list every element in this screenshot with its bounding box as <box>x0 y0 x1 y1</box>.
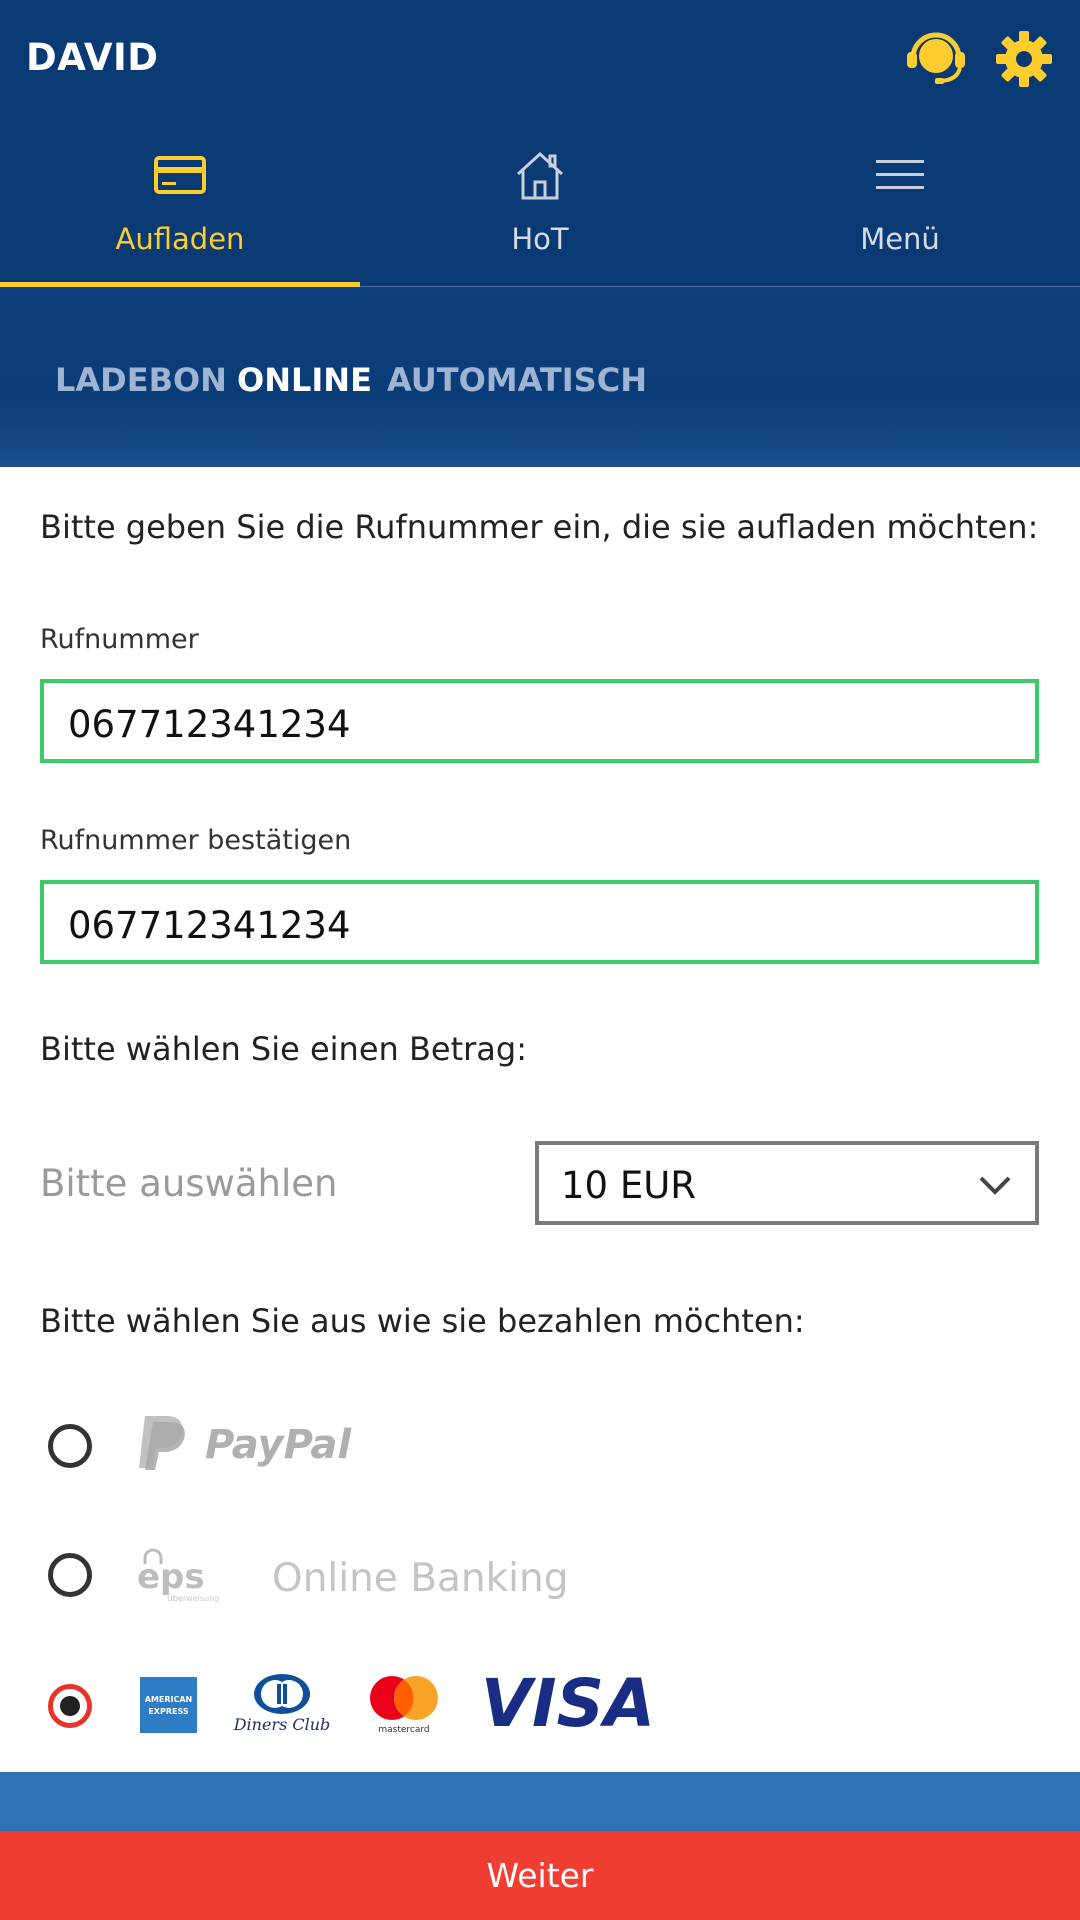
tab-menu-label: Menü <box>860 222 940 256</box>
confirm-phone-label: Rufnummer bestätigen <box>40 825 352 856</box>
eps-logo[interactable]: eps Überweisung <box>137 1544 237 1604</box>
intro-text: Bitte geben Sie die Rufnummer ein, die s… <box>40 508 1039 546</box>
eps-logo-text: eps <box>137 1557 205 1597</box>
paypal-logo-text: PayPal <box>205 1422 352 1468</box>
radio-paypal[interactable] <box>48 1424 92 1468</box>
weiter-button[interactable]: Weiter <box>0 1831 1080 1920</box>
svg-text:AMERICAN: AMERICAN <box>145 1695 193 1704</box>
visa-logo: VISA <box>481 1670 655 1734</box>
gear-icon[interactable] <box>995 30 1053 88</box>
diners-club-logo: Diners Club <box>233 1674 330 1734</box>
confirm-phone-input-value: 067712341234 <box>68 904 351 947</box>
amount-select[interactable]: 10 EUR <box>535 1141 1039 1225</box>
amount-select-value: 10 EUR <box>561 1164 697 1207</box>
hamburger-icon <box>876 160 924 189</box>
eps-online-banking-label: Online Banking <box>272 1556 569 1601</box>
tab-menu[interactable]: Menü <box>720 140 1080 287</box>
subtab-automatisch[interactable]: AUTOMATISCH <box>387 361 647 399</box>
tab-hot[interactable]: HoT <box>360 140 720 287</box>
subtab-ladebon[interactable]: LADEBON <box>55 361 227 399</box>
amount-hint: Bitte auswählen <box>40 1162 338 1205</box>
subtab-bar: LADEBON ONLINE AUTOMATISCH <box>0 287 1080 467</box>
phone-label: Rufnummer <box>40 624 199 655</box>
eps-logo-subtext: Überweisung <box>167 1593 219 1603</box>
radio-cards[interactable] <box>48 1684 92 1728</box>
phone-input[interactable]: 067712341234 <box>40 679 1039 763</box>
tab-aufladen[interactable]: Aufladen <box>0 140 360 287</box>
home-icon <box>516 151 564 200</box>
footer-strip <box>0 1772 1080 1831</box>
paypal-logo[interactable]: PayPal <box>137 1412 377 1472</box>
radio-eps[interactable] <box>48 1553 92 1597</box>
amex-logo: AMERICAN EXPRESS <box>140 1677 197 1733</box>
app-title: DAVID <box>26 36 159 79</box>
headset-icon[interactable] <box>905 28 967 88</box>
amount-title: Bitte wählen Sie einen Betrag: <box>40 1030 527 1068</box>
mastercard-logo: mastercard <box>370 1676 438 1735</box>
payment-title: Bitte wählen Sie aus wie sie bezahlen mö… <box>40 1302 805 1340</box>
confirm-phone-input[interactable]: 067712341234 <box>40 880 1039 964</box>
phone-input-value: 067712341234 <box>68 703 351 746</box>
svg-text:mastercard: mastercard <box>378 1725 429 1735</box>
card-icon <box>154 156 206 194</box>
app-header: DAVID Aufladen HoT Menü <box>0 0 1080 287</box>
tab-hot-label: HoT <box>511 222 569 256</box>
svg-text:VISA: VISA <box>481 1670 655 1734</box>
svg-text:EXPRESS: EXPRESS <box>148 1707 189 1716</box>
tab-aufladen-label: Aufladen <box>115 222 245 256</box>
svg-text:Diners Club: Diners Club <box>233 1715 330 1734</box>
subtab-online[interactable]: ONLINE <box>237 361 372 399</box>
chevron-down-icon <box>979 1176 1011 1195</box>
